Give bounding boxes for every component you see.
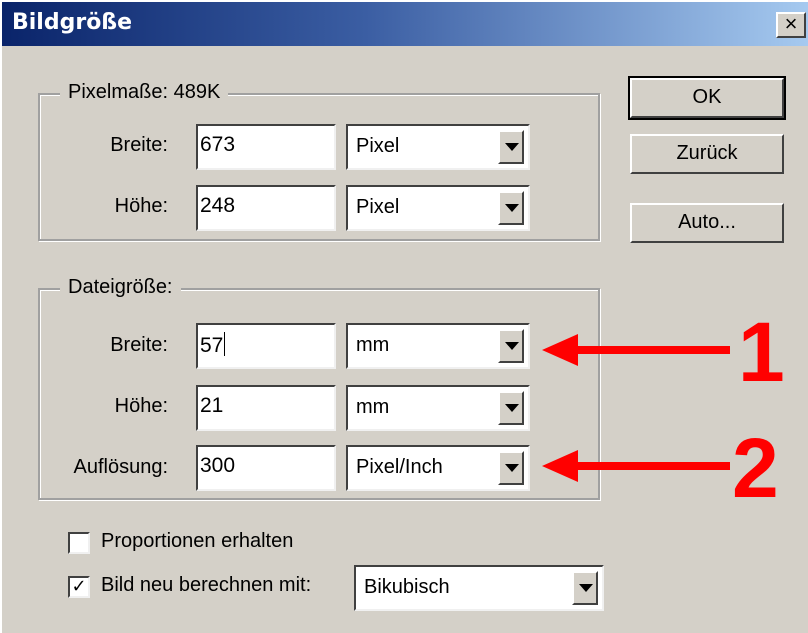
pixel-height-input[interactable]: 248 bbox=[196, 185, 336, 231]
close-icon: × bbox=[784, 11, 798, 36]
doc-height-unit-select[interactable]: mm bbox=[346, 385, 530, 431]
annotation-marker-1: 1 bbox=[738, 305, 785, 399]
document-size-legend: Dateigröße: bbox=[60, 276, 181, 299]
annotation-marker-2: 2 bbox=[732, 421, 779, 515]
pixel-width-unit-select[interactable]: Pixel bbox=[346, 124, 530, 170]
arrow-2-shaft bbox=[574, 462, 730, 470]
chevron-down-icon[interactable] bbox=[498, 191, 524, 225]
resample-method-select[interactable]: Bikubisch bbox=[354, 565, 604, 611]
pixel-width-input[interactable]: 673 bbox=[196, 124, 336, 170]
image-size-dialog: Bildgröße × Pixelmaße: 489K Breite: 673 … bbox=[0, 0, 808, 633]
reset-button[interactable]: Zurück bbox=[630, 134, 784, 174]
pixel-height-unit-select[interactable]: Pixel bbox=[346, 185, 530, 231]
doc-height-unit-value: mm bbox=[356, 396, 390, 418]
pixel-height-unit-value: Pixel bbox=[356, 196, 400, 218]
resolution-input[interactable]: 300 bbox=[196, 445, 336, 491]
doc-width-input[interactable]: 57 bbox=[196, 323, 336, 369]
ok-button[interactable]: OK bbox=[628, 76, 786, 120]
resample-checkbox[interactable]: ✓ bbox=[68, 576, 90, 598]
auto-button[interactable]: Auto... bbox=[630, 203, 784, 243]
resolution-label: Auflösung: bbox=[73, 456, 168, 478]
resample-label: Bild neu berechnen mit: bbox=[101, 574, 312, 596]
pixel-dimensions-legend: Pixelmaße: 489K bbox=[60, 81, 229, 104]
doc-height-label: Höhe: bbox=[114, 395, 168, 417]
pixel-width-unit-value: Pixel bbox=[356, 135, 400, 157]
window-title: Bildgröße bbox=[12, 10, 133, 35]
text-caret bbox=[224, 332, 226, 356]
chevron-down-icon[interactable] bbox=[498, 130, 524, 164]
doc-height-input[interactable]: 21 bbox=[196, 385, 336, 431]
resolution-unit-value: Pixel/Inch bbox=[356, 456, 443, 478]
chevron-down-icon[interactable] bbox=[498, 391, 524, 425]
chevron-down-icon[interactable] bbox=[498, 329, 524, 363]
close-button[interactable]: × bbox=[776, 12, 806, 38]
resample-method-value: Bikubisch bbox=[364, 576, 450, 598]
title-bar[interactable]: Bildgröße × bbox=[2, 2, 808, 46]
chevron-down-icon[interactable] bbox=[572, 571, 598, 605]
constrain-proportions-checkbox[interactable] bbox=[68, 532, 90, 554]
checkmark-icon: ✓ bbox=[71, 576, 87, 596]
pixel-width-label: Breite: bbox=[110, 134, 168, 156]
chevron-down-icon[interactable] bbox=[498, 451, 524, 485]
doc-width-unit-select[interactable]: mm bbox=[346, 323, 530, 369]
doc-width-label: Breite: bbox=[110, 334, 168, 356]
arrow-2-head-icon bbox=[542, 450, 578, 482]
doc-width-unit-value: mm bbox=[356, 334, 390, 356]
pixel-height-label: Höhe: bbox=[114, 195, 168, 217]
constrain-proportions-label: Proportionen erhalten bbox=[101, 530, 294, 552]
resolution-unit-select[interactable]: Pixel/Inch bbox=[346, 445, 530, 491]
arrow-1-shaft bbox=[574, 346, 730, 354]
arrow-1-head-icon bbox=[542, 334, 578, 366]
